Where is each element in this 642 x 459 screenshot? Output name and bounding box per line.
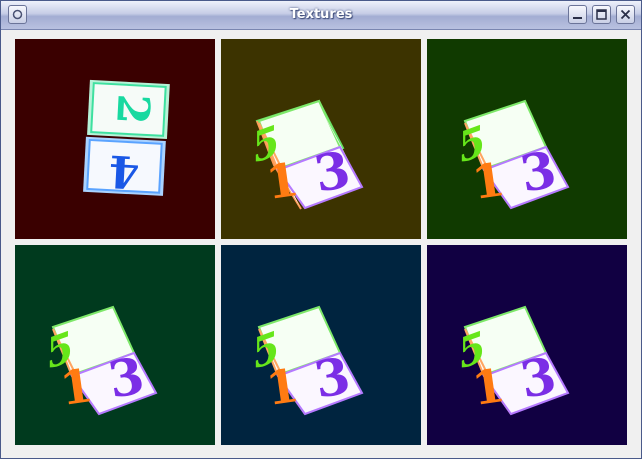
close-button[interactable]: [616, 5, 635, 24]
texture-tile-2[interactable]: 5 1 3: [221, 39, 421, 239]
texture-view: 5 1 3: [15, 245, 215, 445]
cube-face-bottom: 4: [83, 136, 166, 198]
app-window: Textures 2 4 5 1 3 5 1 3 5 1 3 5 1 3 5 1…: [0, 0, 642, 459]
texture-view: 5 1 3: [221, 245, 421, 445]
texture-view: 5 1 3: [221, 39, 421, 239]
cube-face-top: 2: [87, 79, 170, 140]
maximize-button[interactable]: [592, 5, 611, 24]
minimize-button[interactable]: [568, 5, 587, 24]
texture-view: 2 4: [15, 39, 215, 239]
texture-tile-1[interactable]: 2 4: [15, 39, 215, 239]
texture-tile-5[interactable]: 5 1 3: [221, 245, 421, 445]
texture-view: 5 1 3: [427, 245, 627, 445]
texture-view: 5 1 3: [427, 39, 627, 239]
client-area: 2 4 5 1 3 5 1 3 5 1 3 5 1 3 5 1 3: [1, 30, 641, 458]
title-bar[interactable]: Textures: [1, 1, 641, 30]
minimize-icon: [573, 17, 582, 19]
texture-tile-6[interactable]: 5 1 3: [427, 245, 627, 445]
face-label-top: 2: [106, 93, 159, 126]
face-label-bottom: 4: [108, 145, 141, 198]
maximize-icon: [596, 9, 607, 20]
texture-tile-3[interactable]: 5 1 3: [427, 39, 627, 239]
close-icon: [620, 9, 631, 20]
window-title: Textures: [289, 7, 353, 22]
texture-tile-4[interactable]: 5 1 3: [15, 245, 215, 445]
